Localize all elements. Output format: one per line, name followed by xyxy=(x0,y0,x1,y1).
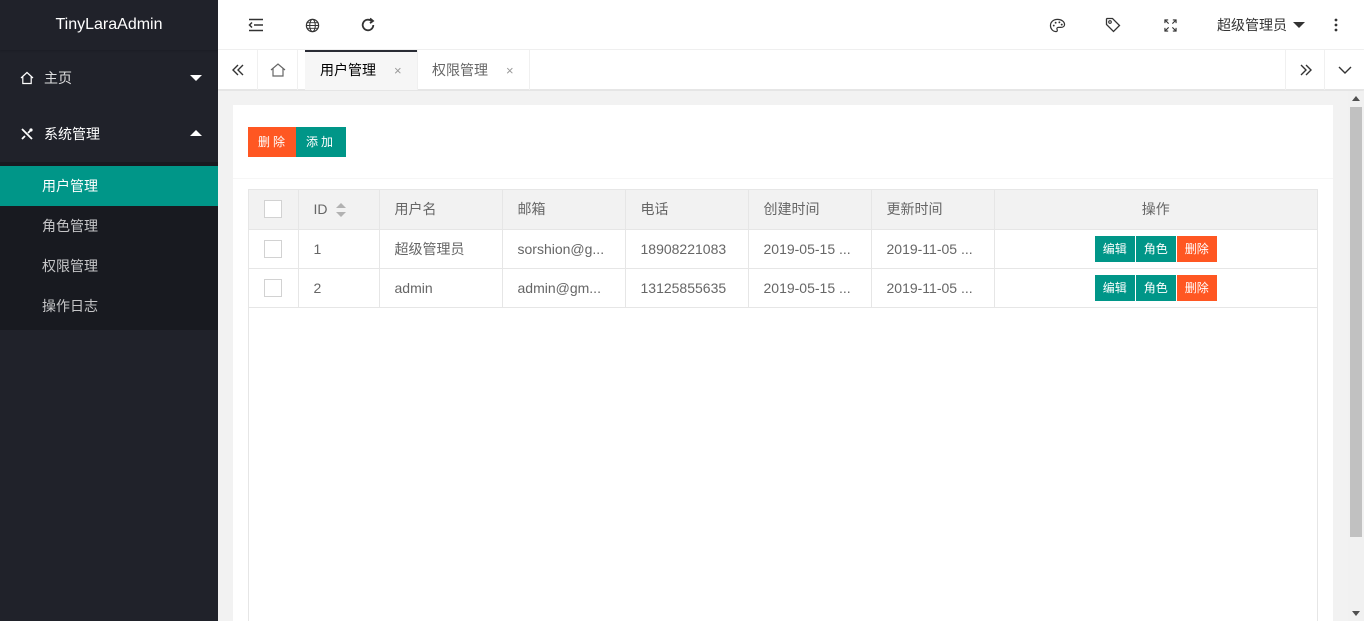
fullscreen-icon[interactable] xyxy=(1150,0,1190,50)
sidebar-item-users[interactable]: 用户管理 xyxy=(0,166,218,206)
top-header: 超级管理员 xyxy=(218,0,1364,50)
tabs-scroll-left-icon[interactable] xyxy=(218,50,258,90)
tab-home-icon[interactable] xyxy=(258,50,298,90)
cell-username: 超级管理员 xyxy=(379,229,503,269)
column-header-actions: 操作 xyxy=(994,190,1317,230)
column-header-phone: 电话 xyxy=(625,190,749,230)
sidebar-item-permissions[interactable]: 权限管理 xyxy=(0,246,218,286)
cell-phone: 13125855635 xyxy=(625,268,749,308)
edit-button[interactable]: 编辑 xyxy=(1094,274,1135,301)
cell-email: admin@gm... xyxy=(502,268,626,308)
row-select-cell xyxy=(249,268,299,308)
cell-updated: 2019-11-05 ... xyxy=(871,268,995,308)
sidebar-item-system[interactable]: 系统管理 xyxy=(0,106,218,162)
add-button[interactable]: 添加 xyxy=(296,127,347,157)
tabs-bar: 用户管理 × 权限管理 × xyxy=(218,50,1364,90)
more-vertical-icon[interactable] xyxy=(1316,0,1356,50)
sidebar-item-logs[interactable]: 操作日志 xyxy=(0,286,218,326)
menu-shrink-icon[interactable] xyxy=(236,0,276,50)
cell-actions: 编辑 角色 删除 xyxy=(994,268,1317,308)
tab-users[interactable]: 用户管理 × xyxy=(305,50,418,90)
users-table: ID 用户名 邮箱 电话 创建时间 更新时间 操作 1 超级管理员 sorshi… xyxy=(248,189,1318,621)
column-header-id[interactable]: ID xyxy=(298,190,380,230)
tools-icon xyxy=(20,127,34,141)
tag-icon[interactable] xyxy=(1093,0,1133,50)
column-header-email: 邮箱 xyxy=(502,190,626,230)
sidebar: TinyLaraAdmin 主页 系统管理 用户管理 角色管理 权限管理 操作日… xyxy=(0,0,218,621)
chevron-up-icon xyxy=(190,130,202,136)
cell-username: admin xyxy=(379,268,503,308)
cell-created: 2019-05-15 ... xyxy=(748,229,872,269)
tab-label: 权限管理 xyxy=(432,62,488,78)
sidebar-item-label: 系统管理 xyxy=(44,126,100,142)
user-menu[interactable]: 超级管理员 xyxy=(1217,0,1305,50)
sidebar-item-label: 主页 xyxy=(44,70,72,86)
cell-created: 2019-05-15 ... xyxy=(748,268,872,308)
row-delete-button[interactable]: 删除 xyxy=(1176,274,1217,301)
role-button[interactable]: 角色 xyxy=(1135,274,1176,301)
row-checkbox[interactable] xyxy=(264,239,282,258)
tabs-menu-chevron-down-icon[interactable] xyxy=(1324,50,1364,90)
sidebar-item-roles[interactable]: 角色管理 xyxy=(0,206,218,246)
palette-icon[interactable] xyxy=(1037,0,1077,50)
app-logo[interactable]: TinyLaraAdmin xyxy=(0,0,218,50)
cell-id: 2 xyxy=(298,268,380,308)
cell-email: sorshion@g... xyxy=(502,229,626,269)
row-checkbox[interactable] xyxy=(264,278,282,297)
scrollbar-thumb[interactable] xyxy=(1350,107,1362,537)
close-icon[interactable]: × xyxy=(394,51,402,91)
column-header-created: 创建时间 xyxy=(748,190,872,230)
tab-permissions[interactable]: 权限管理 × xyxy=(417,50,530,90)
scroll-up-arrow-icon[interactable] xyxy=(1352,96,1360,101)
table-row: 1 超级管理员 sorshion@g... 18908221083 2019-0… xyxy=(249,229,1317,269)
select-all-checkbox[interactable] xyxy=(264,200,282,219)
select-all-cell xyxy=(249,190,299,230)
edit-button[interactable]: 编辑 xyxy=(1094,235,1135,262)
cell-actions: 编辑 角色 删除 xyxy=(994,229,1317,269)
chevron-down-icon xyxy=(1293,22,1305,28)
sidebar-item-home[interactable]: 主页 xyxy=(0,50,218,106)
tab-label: 用户管理 xyxy=(320,62,376,78)
sort-icon[interactable] xyxy=(335,203,346,218)
globe-icon[interactable] xyxy=(292,0,332,50)
chevron-down-icon xyxy=(190,75,202,81)
row-delete-button[interactable]: 删除 xyxy=(1176,235,1217,262)
cell-updated: 2019-11-05 ... xyxy=(871,229,995,269)
role-button[interactable]: 角色 xyxy=(1135,235,1176,262)
home-icon xyxy=(20,71,34,85)
close-icon[interactable]: × xyxy=(506,51,514,91)
table-row: 2 admin admin@gm... 13125855635 2019-05-… xyxy=(249,268,1317,308)
cell-phone: 18908221083 xyxy=(625,229,749,269)
delete-button[interactable]: 删除 xyxy=(248,127,299,157)
table-header-row: ID 用户名 邮箱 电话 创建时间 更新时间 操作 xyxy=(249,190,1317,230)
vertical-scrollbar[interactable] xyxy=(1348,91,1364,621)
main-content: 删除 添加 ID 用户名 邮箱 电话 创建时间 更新时间 操作 1 超级管理员 … xyxy=(218,91,1348,621)
column-header-username: 用户名 xyxy=(379,190,503,230)
column-header-updated: 更新时间 xyxy=(871,190,995,230)
cell-id: 1 xyxy=(298,229,380,269)
content-card: 删除 添加 ID 用户名 邮箱 电话 创建时间 更新时间 操作 1 超级管理员 … xyxy=(233,105,1333,621)
sidebar-submenu: 用户管理 角色管理 权限管理 操作日志 xyxy=(0,162,218,330)
table-toolbar: 删除 添加 xyxy=(233,105,1333,179)
tabs-scroll-right-icon[interactable] xyxy=(1285,50,1325,90)
row-select-cell xyxy=(249,229,299,269)
scroll-down-arrow-icon[interactable] xyxy=(1352,611,1360,616)
user-name: 超级管理员 xyxy=(1217,17,1287,33)
refresh-icon[interactable] xyxy=(348,0,388,50)
